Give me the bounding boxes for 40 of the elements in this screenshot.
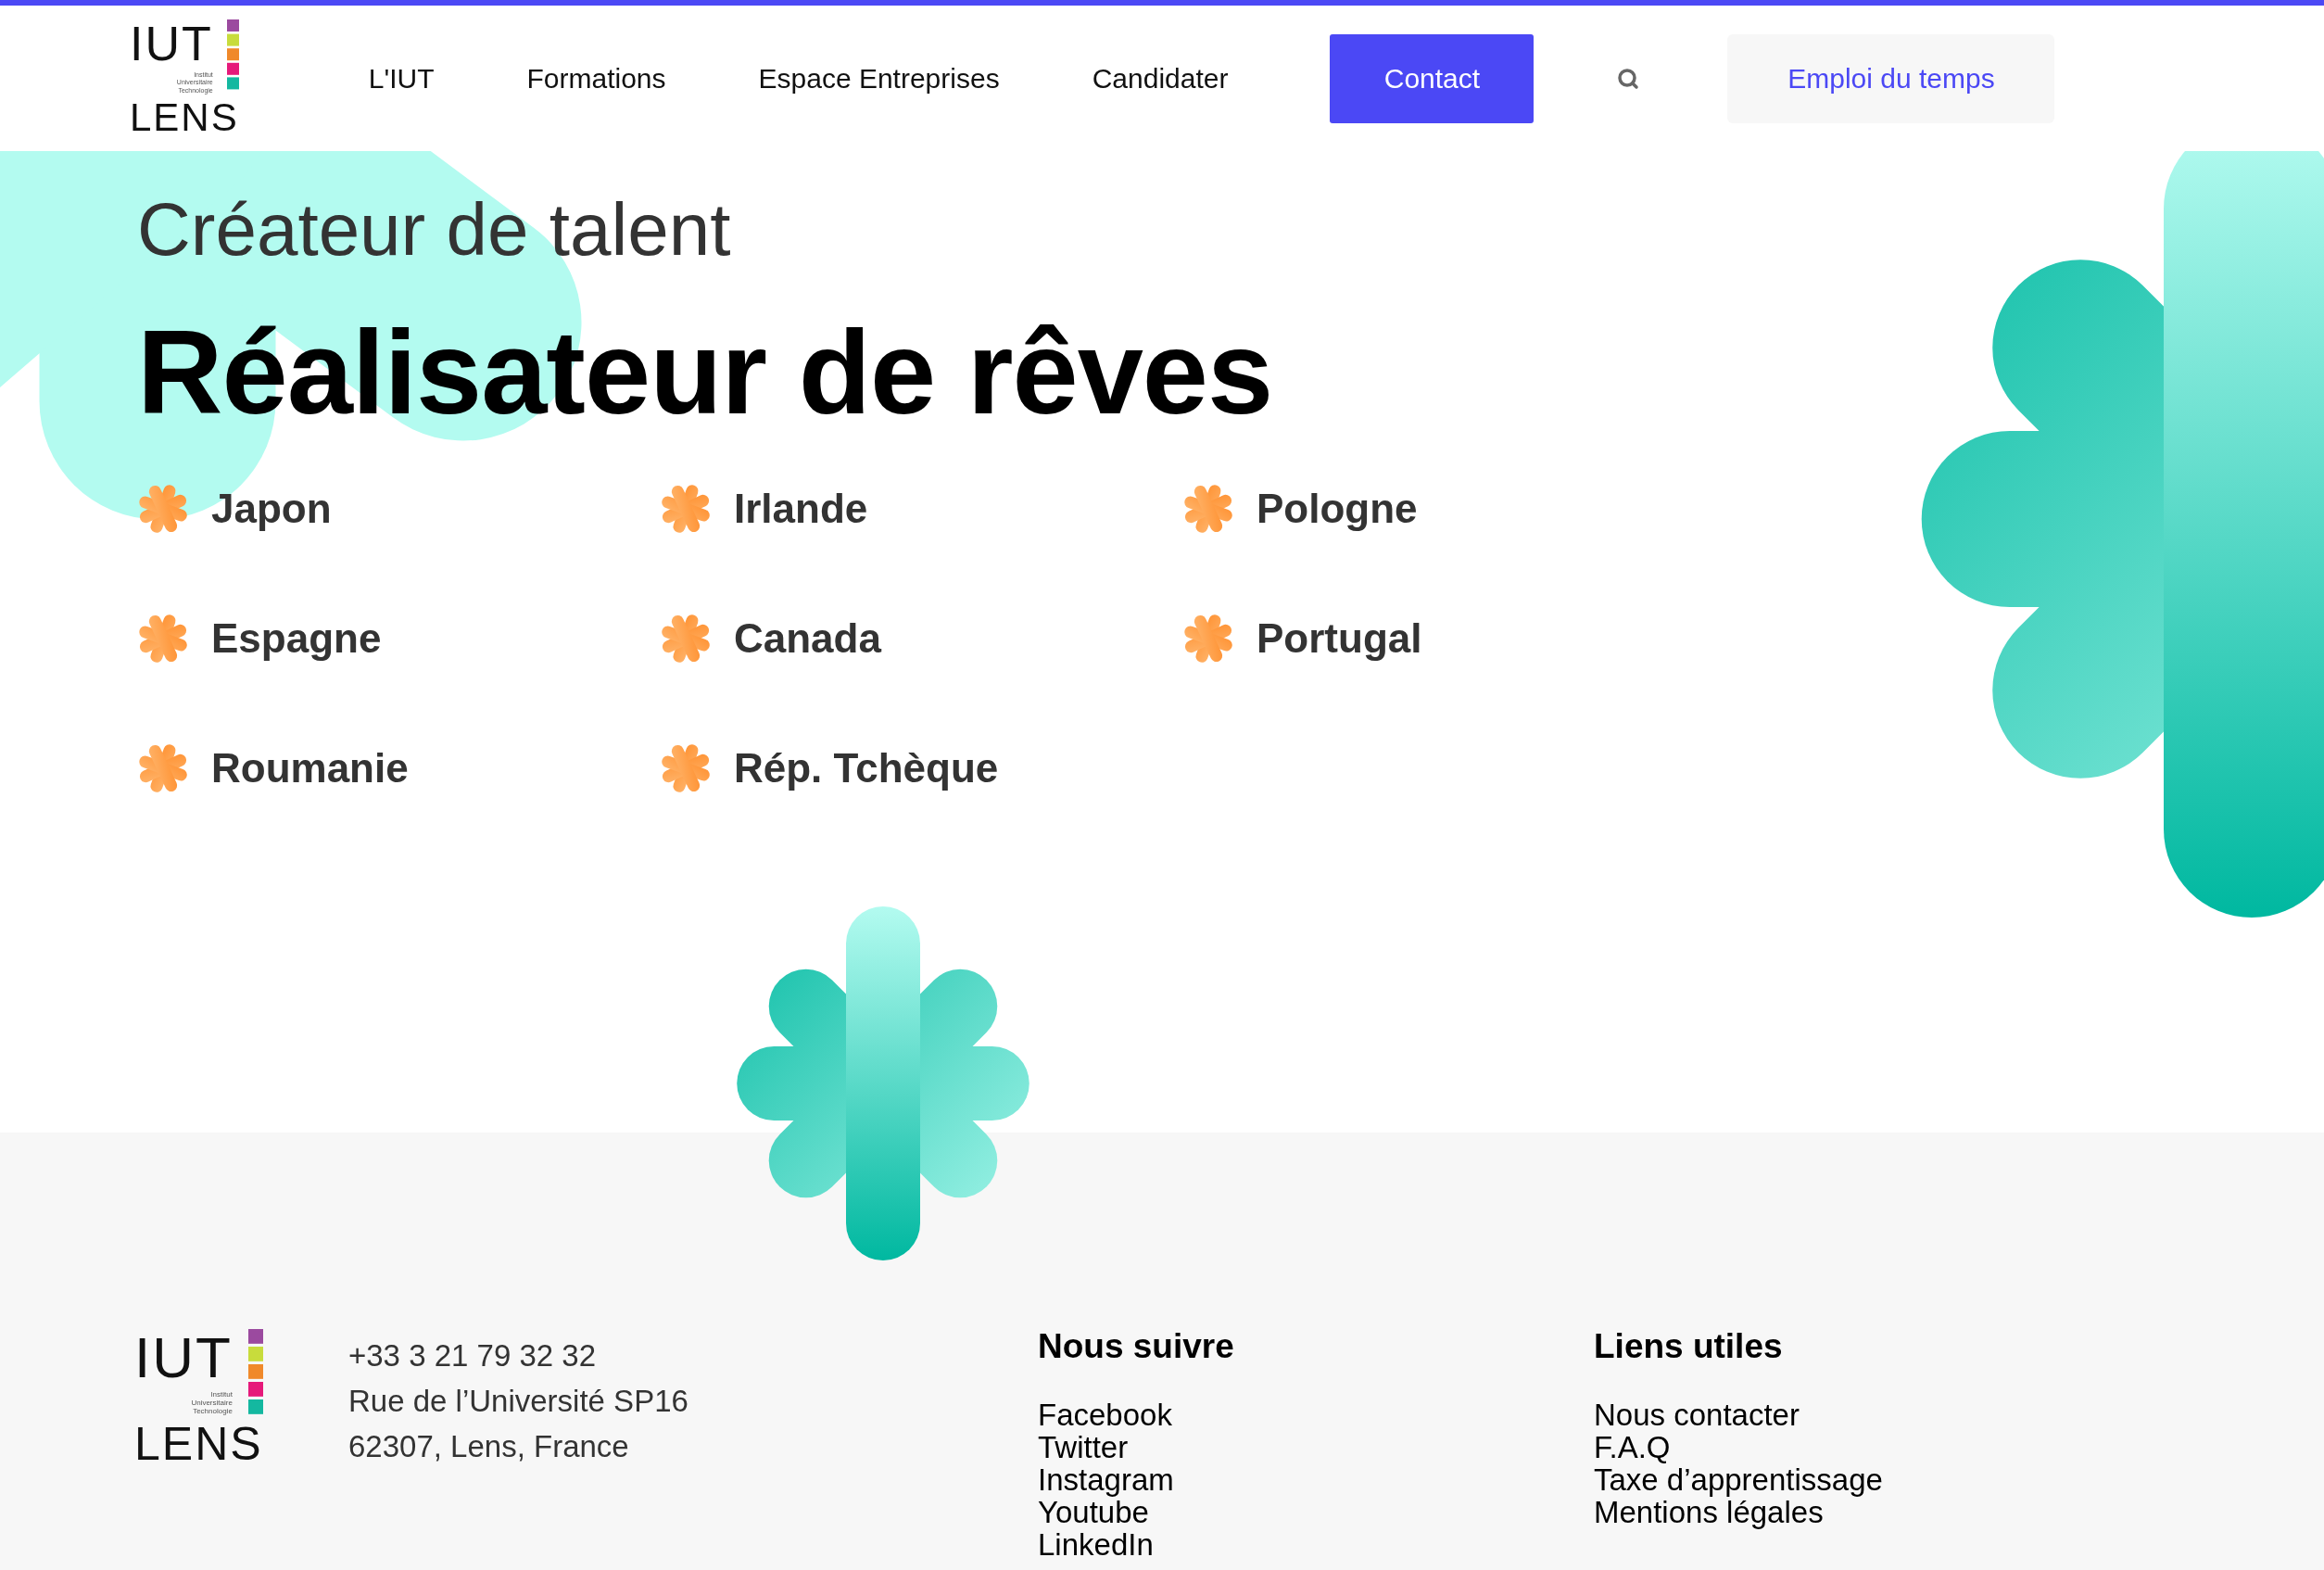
- schedule-button[interactable]: Emploi du temps: [1727, 33, 2055, 123]
- flower-icon: [137, 613, 189, 665]
- nav-link[interactable]: Formations: [526, 57, 666, 99]
- hero-title: Réalisateur de rêves: [137, 313, 1274, 432]
- footer-link[interactable]: LinkedIn: [1038, 1528, 1594, 1561]
- flower-icon: [137, 483, 189, 535]
- footer-heading: Liens utiles: [1594, 1329, 1784, 1363]
- country-label: Canada: [734, 614, 881, 663]
- contact-info: 62307, Lens, France: [348, 1428, 630, 1465]
- country-label: Portugal: [1257, 614, 1422, 663]
- search-icon[interactable]: [1617, 67, 1640, 90]
- flower-icon: [660, 483, 712, 535]
- contact-info: Rue de l’Université SP16: [348, 1383, 689, 1420]
- flower-icon: [137, 742, 189, 794]
- country-label: Irlande: [734, 485, 868, 533]
- flower-icon: [660, 613, 712, 665]
- flower-icon: [1182, 483, 1234, 535]
- footer-link[interactable]: Instagram: [1038, 1463, 1594, 1496]
- contact-info: +33 3 21 79 32 32: [348, 1337, 597, 1374]
- country-label: Pologne: [1257, 485, 1418, 533]
- nav-link[interactable]: L'IUT: [368, 57, 435, 99]
- footer-link[interactable]: Youtube: [1038, 1496, 1594, 1528]
- footer-link[interactable]: F.A.Q: [1594, 1431, 2324, 1463]
- footer-link[interactable]: Mentions légales: [1594, 1496, 2324, 1528]
- country-label: Rép. Tchèque: [734, 744, 999, 792]
- flower-icon: [660, 742, 712, 794]
- country-label: Japon: [211, 485, 332, 533]
- footer-link[interactable]: Taxe d’apprentissage: [1594, 1463, 2324, 1496]
- flower-icon: [1182, 613, 1234, 665]
- footer-link[interactable]: Facebook: [1038, 1399, 1594, 1431]
- nav-link[interactable]: Candidater: [1092, 57, 1229, 99]
- iut-lens-logo[interactable]: IUT Institut Universitaire Technologie LENS: [134, 1329, 263, 1570]
- footer-link[interactable]: Nous contacter: [1594, 1399, 2324, 1431]
- footer-link[interactable]: Twitter: [1038, 1431, 1594, 1463]
- country-label: Roumanie: [211, 744, 409, 792]
- hero-subtitle: Créateur de talent: [137, 193, 732, 267]
- footer-heading: Nous suivre: [1038, 1329, 1235, 1363]
- nav-link[interactable]: Espace Entreprises: [758, 57, 1000, 99]
- country-label: Espagne: [211, 614, 382, 663]
- contact-button[interactable]: Contact: [1330, 33, 1535, 123]
